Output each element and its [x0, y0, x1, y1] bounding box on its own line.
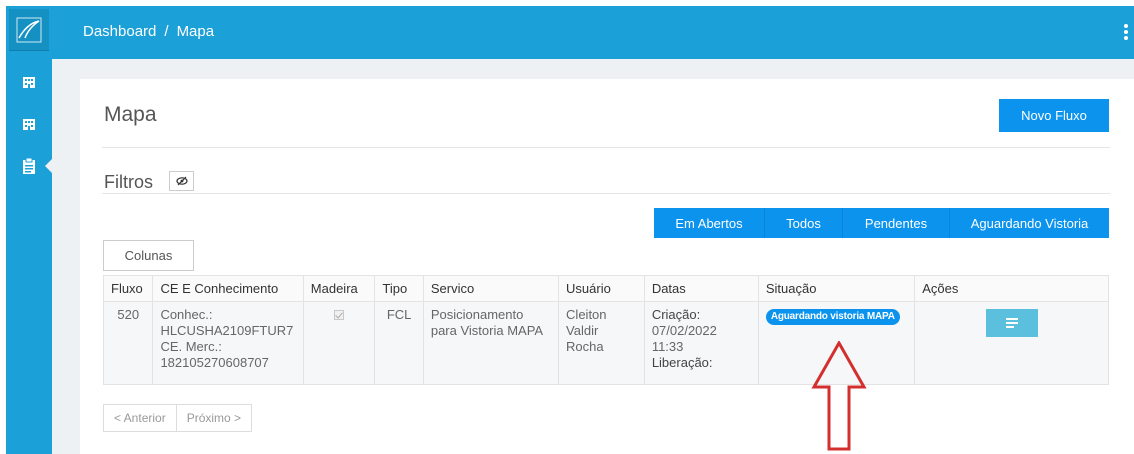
- usuario-line: Cleiton: [566, 307, 607, 322]
- servico-line: para Vistoria MAPA: [430, 323, 544, 338]
- filter-pendentes-button[interactable]: Pendentes: [843, 208, 950, 238]
- cell-usuario: Cleiton Valdir Rocha: [558, 301, 645, 385]
- divider: [102, 147, 1110, 148]
- servico-line: Posicionamento: [430, 307, 524, 322]
- list-icon: [1005, 318, 1018, 328]
- columns-button[interactable]: Colunas: [103, 240, 194, 271]
- filter-todos-button[interactable]: Todos: [765, 208, 843, 238]
- divider: [102, 193, 1110, 194]
- more-menu-icon[interactable]: [1124, 24, 1130, 42]
- building-icon: [23, 119, 35, 130]
- main-panel: Mapa Novo Fluxo Filtros Em Abertos Todos…: [80, 79, 1134, 454]
- filter-em-abertos-button[interactable]: Em Abertos: [654, 208, 765, 238]
- status-filter-group: Em Abertos Todos Pendentes Aguardando Vi…: [654, 208, 1109, 238]
- column-header[interactable]: Usuário: [558, 275, 645, 302]
- liberacao-label: Liberação:: [651, 355, 713, 370]
- table-header-row: Fluxo CE E Conhecimento Madeira Tipo Ser…: [102, 275, 1109, 302]
- top-bar: Dashboard / Mapa: [52, 6, 1134, 59]
- madeira-checkbox: [334, 310, 345, 320]
- cell-tipo: FCL: [374, 301, 424, 385]
- toggle-filters-button[interactable]: [169, 171, 194, 191]
- sidebar-item-building-2[interactable]: [6, 110, 52, 136]
- prev-page-button[interactable]: < Anterior: [104, 405, 177, 431]
- sidebar: [6, 6, 52, 454]
- flows-table: Fluxo CE E Conhecimento Madeira Tipo Ser…: [102, 275, 1109, 385]
- cell-acoes: [914, 301, 1109, 385]
- column-header[interactable]: Madeira: [302, 275, 376, 302]
- breadcrumb-current: Mapa: [176, 23, 215, 40]
- annotation-up-arrow-icon: [811, 341, 867, 451]
- next-page-button[interactable]: Próximo >: [177, 405, 251, 431]
- ce-line: HLCUSHA2109FTUR7: [160, 323, 294, 338]
- cell-servico: Posicionamento para Vistoria MAPA: [422, 301, 560, 385]
- active-indicator: [45, 159, 52, 173]
- breadcrumb-dashboard[interactable]: Dashboard: [83, 23, 156, 40]
- building-icon: [23, 77, 35, 88]
- ce-line: CE. Merc.:: [160, 339, 222, 354]
- column-header[interactable]: CE E Conhecimento: [152, 275, 304, 302]
- page-title: Mapa: [104, 103, 157, 126]
- cell-ce-conhecimento: Conhec.: HLCUSHA2109FTUR7 CE. Merc.: 182…: [152, 301, 304, 385]
- clipboard-icon: [23, 158, 35, 174]
- logo-icon: [16, 17, 42, 43]
- sidebar-item-building-1[interactable]: [6, 68, 52, 94]
- usuario-line: Valdir Rocha: [566, 323, 604, 354]
- cell-datas: Criação: 07/02/2022 11:33 Liberação:: [643, 301, 759, 385]
- criacao-label: Criação:: [651, 307, 701, 322]
- row-details-button[interactable]: [985, 309, 1038, 337]
- ce-line: Conhec.:: [160, 307, 213, 322]
- eye-slash-icon: [175, 176, 188, 186]
- column-header[interactable]: Servico: [422, 275, 560, 302]
- app-logo[interactable]: [9, 9, 49, 51]
- filter-aguardando-vistoria-button[interactable]: Aguardando Vistoria: [950, 208, 1109, 238]
- new-flow-button[interactable]: Novo Fluxo: [999, 99, 1109, 132]
- column-header[interactable]: Datas: [643, 275, 759, 302]
- status-badge: Aguardando vistoria MAPA: [765, 309, 900, 325]
- column-header[interactable]: Ações: [914, 275, 1109, 302]
- column-header[interactable]: Situação: [757, 275, 916, 302]
- cell-fluxo: 520: [102, 301, 154, 385]
- breadcrumb-separator: /: [164, 23, 169, 40]
- column-header[interactable]: Fluxo: [102, 275, 154, 302]
- cell-madeira: [302, 301, 376, 385]
- breadcrumb: Dashboard / Mapa: [83, 23, 214, 40]
- ce-line: 182105270608707: [160, 355, 269, 370]
- table-row: 520 Conhec.: HLCUSHA2109FTUR7 CE. Merc.:…: [102, 301, 1109, 385]
- criacao-value: 07/02/2022 11:33: [651, 323, 717, 354]
- column-header[interactable]: Tipo: [374, 275, 424, 302]
- filters-title: Filtros: [104, 172, 153, 192]
- pagination: < Anterior Próximo >: [103, 404, 253, 432]
